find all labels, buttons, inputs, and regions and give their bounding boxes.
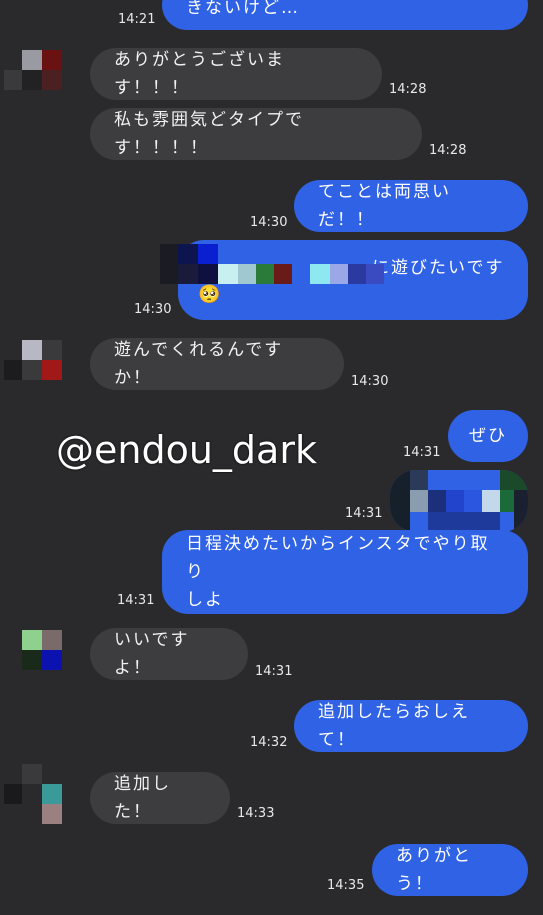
avatar[interactable] xyxy=(4,628,64,672)
message-time: 14:28 xyxy=(429,143,467,158)
avatar[interactable] xyxy=(4,48,64,92)
incoming-message-bubble[interactable]: ありがとうございます！！！ xyxy=(90,48,382,100)
message-text: ありがとうございます！！！ xyxy=(114,50,285,98)
incoming-message-bubble[interactable]: 遊んでくれるんですか！ xyxy=(90,338,344,390)
incoming-message-bubble[interactable]: 私も雰囲気どタイプです！！！！ xyxy=(90,108,422,160)
message-text-line-2: しよ xyxy=(186,590,224,610)
message-text: 遊んでくれるんですか！ xyxy=(114,340,284,388)
message-time: 14:30 xyxy=(250,215,288,230)
message-time: 14:35 xyxy=(327,878,365,893)
message-time: 14:32 xyxy=(250,735,288,750)
outgoing-message-bubble[interactable]: ぜひ xyxy=(448,410,528,462)
outgoing-message-bubble[interactable]: ありがとう！ xyxy=(372,844,528,896)
watermark-handle: @endou_dark xyxy=(56,428,317,472)
outgoing-message-bubble[interactable] xyxy=(390,470,528,532)
pleading-face-emoji: 🥺 xyxy=(198,284,221,305)
outgoing-message-bubble[interactable]: 追加したらおしえて！ xyxy=(294,700,528,752)
message-time: 14:30 xyxy=(134,302,172,317)
message-text: 私も雰囲気どタイプです！！！！ xyxy=(114,110,304,158)
message-time: 14:30 xyxy=(351,374,389,389)
avatar[interactable] xyxy=(4,764,64,824)
message-time: 14:31 xyxy=(117,593,155,608)
message-time: 14:33 xyxy=(237,806,275,821)
message-text: に遊びたいです xyxy=(372,258,505,278)
message-text: 追加した！ xyxy=(114,774,171,822)
avatar[interactable] xyxy=(4,338,64,382)
message-text: いいですよ！ xyxy=(114,630,190,678)
incoming-message-bubble[interactable]: いいですよ！ xyxy=(90,628,248,680)
message-text-line-1: 日程決めたいからインスタでやり取り xyxy=(186,534,490,582)
pixelated-text-censor xyxy=(390,470,528,532)
outgoing-message-bubble[interactable]: 日程決めたいからインスタでやり取り しよ xyxy=(162,530,528,614)
outgoing-message-bubble[interactable]: きないけど… xyxy=(162,0,528,30)
message-text: ありがとう！ xyxy=(396,846,472,894)
message-time: 14:28 xyxy=(389,82,427,97)
pixelated-text-censor xyxy=(160,244,390,284)
incoming-message-bubble[interactable]: 追加した！ xyxy=(90,772,230,824)
message-text: てことは両思いだ！！ xyxy=(318,182,451,230)
outgoing-message-bubble[interactable]: てことは両思いだ！！ xyxy=(294,180,528,232)
message-time: 14:31 xyxy=(255,664,293,679)
message-time: 14:31 xyxy=(403,445,441,460)
message-text: きないけど… xyxy=(186,0,300,18)
message-time: 14:21 xyxy=(118,12,156,27)
message-time: 14:31 xyxy=(345,506,383,521)
message-text: ぜひ xyxy=(469,426,507,446)
message-text: 追加したらおしえて！ xyxy=(318,702,470,750)
